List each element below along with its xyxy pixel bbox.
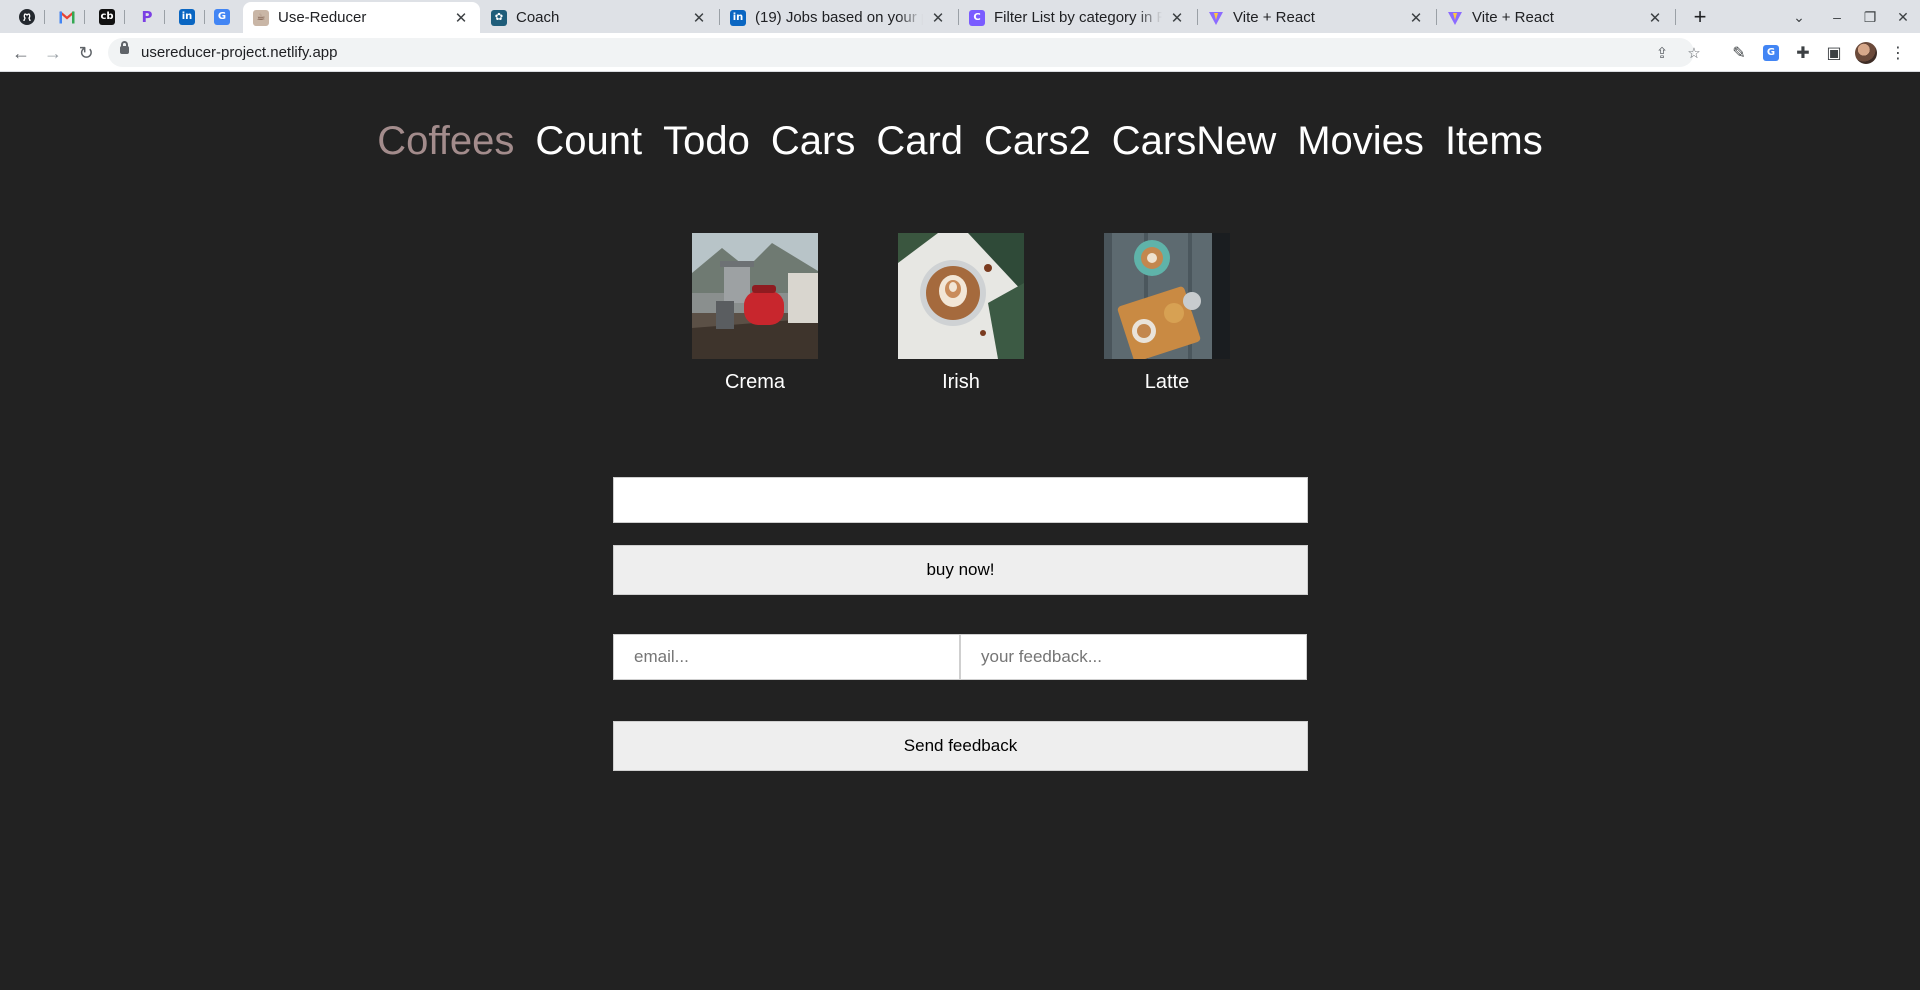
pinned-tab-p[interactable]: P [133, 5, 161, 29]
tab-vite-react-2[interactable]: Vite + React ✕ [1437, 2, 1674, 33]
pinned-tab-github[interactable] [13, 5, 41, 29]
c-favicon: C [969, 9, 985, 26]
translate-icon: G [214, 9, 230, 25]
profile-avatar[interactable] [1855, 42, 1877, 64]
pinned-tab-gmail[interactable] [53, 5, 81, 29]
coffee-image-crema[interactable] [692, 233, 818, 359]
send-feedback-button[interactable]: Send feedback [613, 721, 1308, 771]
tab-title: Vite + React [1233, 9, 1315, 26]
coffee-name: Irish [942, 371, 980, 393]
coffee-image-irish[interactable] [898, 233, 1024, 359]
use-reducer-favicon: ☕ [253, 9, 269, 26]
latte-art-photo [898, 233, 1024, 359]
email-field[interactable] [613, 634, 960, 680]
tab-coach[interactable]: ✿ Coach ✕ [481, 2, 718, 33]
tab-title: Filter List by category in React [994, 9, 1162, 26]
close-icon[interactable]: ✕ [1168, 9, 1186, 27]
back-icon[interactable]: ← [7, 39, 35, 67]
lock-icon [120, 41, 129, 54]
nav-link-count[interactable]: Count [535, 116, 642, 166]
tab-use-reducer[interactable]: ☕ Use-Reducer ✕ [243, 2, 480, 33]
share-icon[interactable]: ⇪ [1651, 42, 1673, 64]
purple-p-icon: P [141, 7, 153, 26]
nav-link-movies[interactable]: Movies [1297, 116, 1424, 166]
bookmark-star-icon[interactable]: ☆ [1683, 42, 1705, 64]
minimize-icon[interactable]: – [1822, 4, 1852, 30]
nav-link-carsnew[interactable]: CarsNew [1112, 116, 1276, 166]
extensions-puzzle-icon[interactable]: ✚ [1792, 42, 1814, 64]
pinned-tab-translate[interactable]: G [208, 5, 236, 29]
vite-icon [1209, 11, 1223, 25]
linkedin-icon: in [730, 9, 746, 26]
main-nav: Coffees Count Todo Cars Card Cars2 CarsN… [0, 116, 1920, 166]
linkedin-icon: in [179, 9, 195, 25]
nav-link-items[interactable]: Items [1445, 116, 1543, 166]
github-icon [19, 9, 35, 25]
side-panel-icon[interactable]: ▣ [1823, 42, 1845, 64]
close-icon[interactable]: ✕ [452, 9, 470, 27]
close-icon[interactable]: ✕ [690, 9, 708, 27]
coffee-name: Latte [1144, 371, 1190, 393]
tab-search-chevron-icon[interactable]: ⌄ [1784, 4, 1814, 30]
browser-toolbar: ← → ↻ usereducer-project.netlify.app ⇪ ☆… [0, 33, 1920, 72]
coffee-image-latte[interactable] [1104, 233, 1230, 359]
coach-favicon: ✿ [491, 9, 507, 26]
address-bar[interactable]: usereducer-project.netlify.app ⇪ ☆ [108, 38, 1701, 67]
kebab-menu-icon[interactable]: ⋮ [1887, 42, 1909, 64]
page: Coffees Count Todo Cars Card Cars2 CarsN… [0, 72, 1920, 990]
tab-title: Use-Reducer [278, 9, 367, 26]
latte-table-photo [1104, 233, 1230, 359]
tab-vite-react-1[interactable]: Vite + React ✕ [1198, 2, 1435, 33]
tab-title: Vite + React [1472, 9, 1554, 26]
coffee-card-latte: Latte [1104, 233, 1230, 394]
forward-icon[interactable]: → [39, 39, 67, 67]
nav-link-todo[interactable]: Todo [663, 116, 750, 166]
tab-title: Coach [516, 9, 560, 26]
tab-filter-list[interactable]: C Filter List by category in React ✕ [959, 2, 1196, 33]
nav-link-cars[interactable]: Cars [771, 116, 855, 166]
close-icon[interactable]: ✕ [1407, 9, 1425, 27]
close-icon[interactable]: ✕ [1646, 9, 1664, 27]
translate-icon: G [1763, 45, 1779, 61]
url-text: usereducer-project.netlify.app [141, 44, 338, 61]
order-input[interactable] [613, 477, 1308, 523]
restore-icon[interactable]: ❐ [1855, 4, 1885, 30]
coffee-card-crema: Crema [692, 233, 818, 394]
buy-now-button[interactable]: buy now! [613, 545, 1308, 595]
nav-link-cars2[interactable]: Cars2 [984, 116, 1091, 166]
pinned-tab-linkedin[interactable]: in [173, 5, 201, 29]
new-tab-button[interactable]: + [1687, 4, 1713, 29]
translate-extension-icon[interactable]: G [1760, 42, 1782, 64]
coffee-card-irish: Irish [898, 233, 1024, 394]
feedback-field[interactable] [960, 634, 1307, 680]
vite-icon [1448, 11, 1462, 25]
pinned-tab-cb[interactable]: cb [93, 5, 121, 29]
tab-title: (19) Jobs based on your preferences [755, 9, 923, 26]
gmail-icon [59, 11, 75, 24]
tab-strip: cb P in G ☕ Use-Reducer ✕ ✿ Coach ✕ in (… [0, 0, 1920, 33]
moka-pot-photo [692, 233, 818, 359]
reload-icon[interactable]: ↻ [72, 39, 100, 67]
cb-icon: cb [99, 9, 115, 25]
close-icon[interactable]: ✕ [929, 9, 947, 27]
coffee-list: Crema Irish Latte [692, 233, 1230, 394]
tab-linkedin-jobs[interactable]: in (19) Jobs based on your preferences ✕ [720, 2, 957, 33]
nav-link-coffees[interactable]: Coffees [377, 116, 514, 166]
coffee-name: Crema [724, 371, 785, 393]
nav-link-card[interactable]: Card [876, 116, 963, 166]
eyedropper-icon[interactable]: ✎ [1728, 42, 1750, 64]
window-close-icon[interactable]: ✕ [1888, 4, 1918, 30]
